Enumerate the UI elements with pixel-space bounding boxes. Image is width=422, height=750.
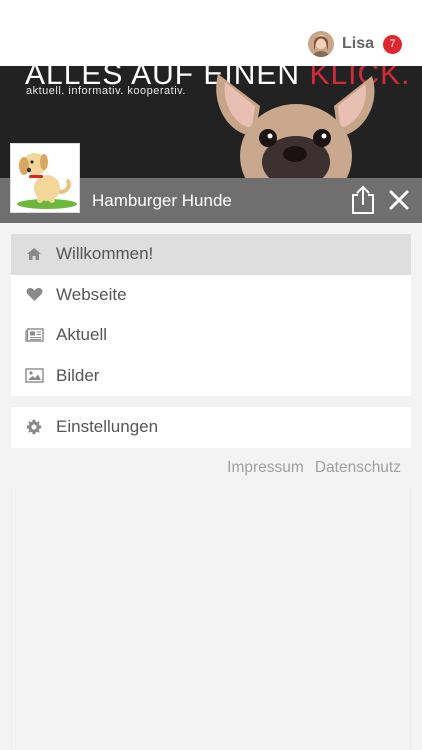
french-bulldog-image bbox=[216, 74, 375, 178]
top-bar: Lisa 7 bbox=[0, 0, 422, 66]
heart-icon bbox=[24, 285, 44, 305]
close-button[interactable] bbox=[386, 187, 412, 213]
menu-item-willkommen[interactable]: Willkommen! bbox=[11, 234, 411, 275]
impressum-link[interactable]: Impressum bbox=[227, 459, 304, 477]
username[interactable]: Lisa bbox=[342, 35, 374, 53]
home-icon bbox=[24, 244, 44, 264]
menu-label: Willkommen! bbox=[56, 244, 154, 264]
group-title: Hamburger Hunde bbox=[92, 191, 232, 210]
newspaper-icon bbox=[24, 325, 44, 345]
menu-item-bilder[interactable]: Bilder bbox=[11, 356, 411, 397]
dog-cartoon-icon bbox=[17, 153, 77, 209]
share-button[interactable] bbox=[350, 185, 376, 215]
menu-label: Aktuell bbox=[56, 325, 108, 345]
menu-label: Webseite bbox=[56, 284, 127, 304]
menu-item-aktuell[interactable]: Aktuell bbox=[11, 315, 411, 356]
footer-links: Impressum Datenschutz bbox=[227, 459, 401, 477]
avatar[interactable] bbox=[307, 31, 334, 57]
gear-icon bbox=[24, 417, 44, 437]
menu-label: Einstellungen bbox=[56, 417, 159, 437]
notification-badge[interactable]: 7 bbox=[383, 34, 402, 54]
image-icon bbox=[24, 366, 44, 386]
user-menu[interactable]: Lisa 7 bbox=[307, 30, 402, 58]
menu-item-webseite[interactable]: Webseite bbox=[11, 275, 411, 316]
settings-menu: Einstellungen bbox=[11, 407, 411, 448]
datenschutz-link[interactable]: Datenschutz bbox=[315, 459, 401, 477]
main-menu: Willkommen! Webseite Aktuell Bilder bbox=[11, 234, 411, 396]
share-icon bbox=[352, 185, 374, 214]
close-icon bbox=[389, 190, 409, 210]
menu-label: Bilder bbox=[56, 365, 100, 385]
menu-item-einstellungen[interactable]: Einstellungen bbox=[11, 407, 411, 448]
group-logo[interactable] bbox=[10, 143, 80, 213]
content-area bbox=[11, 488, 411, 750]
banner-tagline: aktuell. informativ. kooperativ. bbox=[26, 85, 186, 97]
